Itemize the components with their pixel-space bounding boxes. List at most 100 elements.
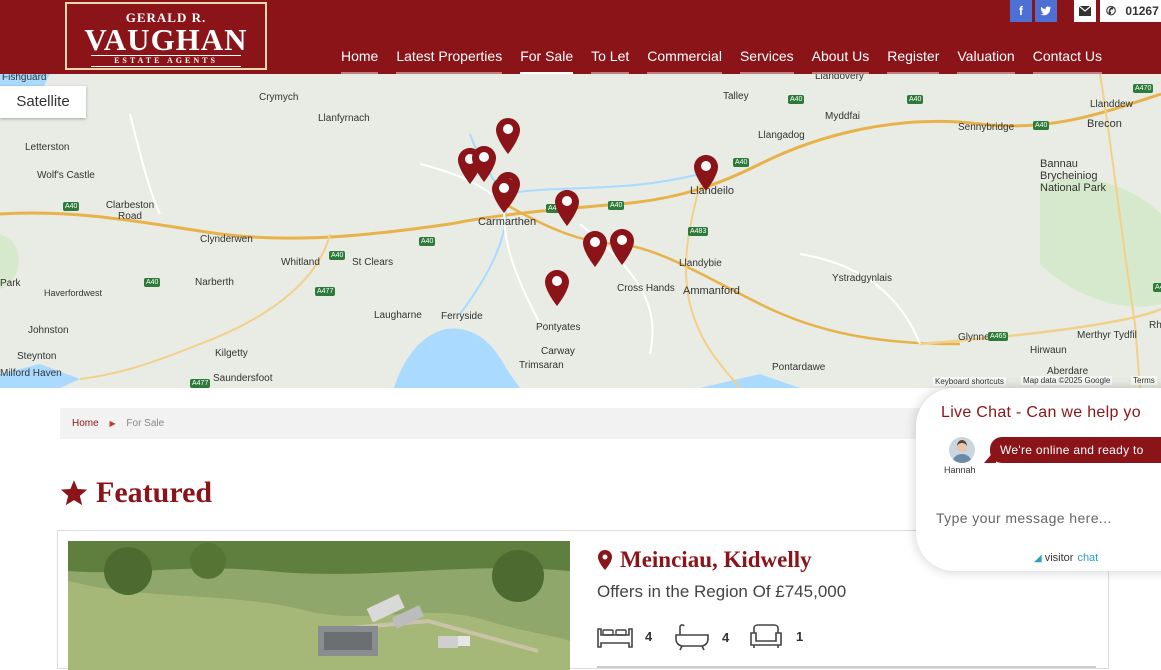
breadcrumb-home-link[interactable]: Home xyxy=(72,418,99,429)
map-label: Letterston xyxy=(25,142,70,153)
star-icon xyxy=(60,479,88,505)
nav-home[interactable]: Home xyxy=(332,46,387,74)
road-shield: A40 xyxy=(63,202,80,211)
facebook-icon[interactable]: f xyxy=(1010,0,1032,22)
property-marker[interactable] xyxy=(555,190,579,226)
twitter-icon[interactable] xyxy=(1035,0,1057,22)
road-shield: A40 xyxy=(329,251,346,260)
chat-message-input[interactable] xyxy=(936,506,1161,530)
map-label: Carmarthen xyxy=(478,216,537,228)
site-header: GERALD R. VAUGHAN ESTATE AGENTS f ✆ 0126… xyxy=(0,0,1161,74)
property-map[interactable]: Satellite Fishguard Crymych Llanfyrnach … xyxy=(0,74,1161,388)
map-label: Park xyxy=(0,278,21,289)
map-label: Carway xyxy=(541,346,575,357)
bed-icon xyxy=(597,628,633,648)
receptions-feature: 1 xyxy=(748,623,803,649)
nav-contact-us[interactable]: Contact Us xyxy=(1024,46,1111,74)
map-label: St Clears xyxy=(352,257,394,268)
map-terms-link[interactable]: Terms xyxy=(1131,376,1157,385)
chat-branding[interactable]: ◢ visitor chat xyxy=(1034,552,1098,564)
bathrooms-feature: 4 xyxy=(674,623,729,651)
chevron-right-icon: ▶ xyxy=(109,419,116,428)
road-shield: A477 xyxy=(190,379,211,388)
road-shield: A40 xyxy=(788,95,805,104)
map-label: Ystradgynlais xyxy=(832,273,893,284)
phone-number: 01267 xyxy=(1125,4,1159,18)
map-label: Rh xyxy=(1149,320,1161,331)
road-shield: A4 xyxy=(1153,283,1161,292)
property-title[interactable]: Meinciau, Kidwelly xyxy=(598,547,812,573)
map-label: Llanddew xyxy=(1090,99,1133,110)
satellite-toggle-button[interactable]: Satellite xyxy=(0,86,86,118)
bedrooms-count: 4 xyxy=(645,628,653,644)
map-label: Milford Haven xyxy=(0,368,62,379)
road-shield: A40 xyxy=(1033,121,1050,130)
map-label: Llangadog xyxy=(758,130,805,141)
visitor-chat-logo-icon: ◢ xyxy=(1034,552,1042,564)
receptions-count: 1 xyxy=(796,628,804,644)
map-label: Hirwaun xyxy=(1030,345,1067,356)
map-pin-icon xyxy=(598,550,612,570)
map-label: Ammanford xyxy=(683,285,740,297)
road-shield: A477 xyxy=(315,287,336,296)
breadcrumb-current: For Sale xyxy=(126,418,165,429)
main-nav: Home Latest Properties For Sale To Let C… xyxy=(332,46,1111,74)
map-keyboard-shortcuts-link[interactable]: Keyboard shortcuts xyxy=(933,377,1006,386)
phone-link[interactable]: ✆ 01267 xyxy=(1100,0,1161,22)
nav-commercial[interactable]: Commercial xyxy=(638,46,731,74)
nav-about-us[interactable]: About Us xyxy=(803,46,879,74)
property-marker[interactable] xyxy=(545,270,569,306)
map-label: Haverfordwest xyxy=(44,288,103,298)
map-label: Myddfai xyxy=(825,111,861,122)
email-icon[interactable] xyxy=(1074,0,1096,22)
featured-heading: Featured xyxy=(60,476,212,510)
map-label: Llandybie xyxy=(679,258,722,269)
property-marker[interactable] xyxy=(610,229,634,265)
property-marker[interactable] xyxy=(492,177,516,213)
nav-register[interactable]: Register xyxy=(878,46,948,74)
map-label: Llanfyrnach xyxy=(318,113,370,124)
chat-title[interactable]: Live Chat - Can we help yo xyxy=(941,404,1141,422)
nav-valuation[interactable]: Valuation xyxy=(948,46,1023,74)
map-label: Whitland xyxy=(281,257,320,268)
card-divider xyxy=(597,666,1096,668)
map-label: Sennybridge xyxy=(958,122,1015,133)
live-chat-widget[interactable]: Live Chat - Can we help yo Hannah We're … xyxy=(916,388,1161,571)
map-label: Steynton xyxy=(17,351,57,362)
nav-services[interactable]: Services xyxy=(731,46,803,74)
phone-icon: ✆ xyxy=(1106,4,1117,18)
site-logo[interactable]: GERALD R. VAUGHAN ESTATE AGENTS xyxy=(65,2,267,70)
map-label: Laugharne xyxy=(374,310,422,321)
bathrooms-count: 4 xyxy=(722,629,730,645)
road-shield: A40 xyxy=(608,201,625,210)
road-shield: A40 xyxy=(733,158,750,167)
road-shield: A470 xyxy=(1133,84,1154,93)
bedrooms-feature: 4 xyxy=(597,623,652,649)
nav-for-sale[interactable]: For Sale xyxy=(511,46,582,74)
map-label: Fishguard xyxy=(2,74,47,83)
nav-to-let[interactable]: To Let xyxy=(582,46,638,74)
map-label: Ferryside xyxy=(441,311,483,322)
property-marker[interactable] xyxy=(496,118,520,154)
featured-title: Featured xyxy=(96,476,213,509)
property-photo[interactable] xyxy=(68,541,570,670)
road-shield: A40 xyxy=(144,278,161,287)
chat-greeting: We're online and ready to xyxy=(990,437,1161,463)
nav-latest-properties[interactable]: Latest Properties xyxy=(387,46,511,74)
map-label: Llandovery xyxy=(815,74,864,82)
road-shield: A465 xyxy=(988,332,1009,341)
property-marker[interactable] xyxy=(694,155,718,191)
map-label: Johnston xyxy=(28,325,69,336)
map-label: Talley xyxy=(723,91,749,102)
sofa-icon xyxy=(750,624,782,648)
bath-icon xyxy=(675,624,709,651)
property-title-text: Meinciau, Kidwelly xyxy=(620,547,812,572)
road-shield: A483 xyxy=(688,227,709,236)
property-marker[interactable] xyxy=(583,231,607,267)
chat-brand-part-2: chat xyxy=(1077,552,1099,564)
map-label: Pontyates xyxy=(536,322,581,333)
map-label: Kilgetty xyxy=(215,348,248,359)
map-label: Trimsaran xyxy=(519,360,564,371)
map-label: Clarbeston Road xyxy=(105,200,155,222)
map-label: Saundersfoot xyxy=(213,373,273,384)
